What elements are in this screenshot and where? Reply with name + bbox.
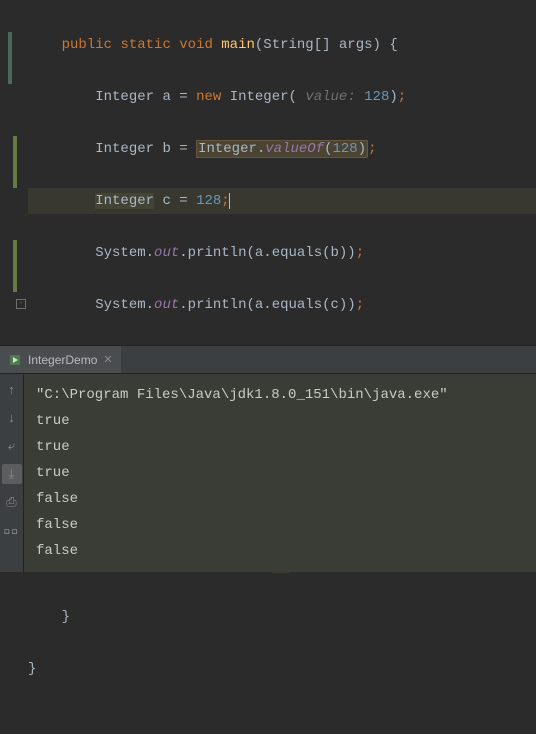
change-marker <box>13 240 17 292</box>
down-arrow-icon[interactable]: ↓ <box>2 408 22 428</box>
change-marker <box>8 32 12 84</box>
type: Integer <box>95 89 154 105</box>
run-tab-bar: IntegerDemo ✕ <box>0 346 536 374</box>
print-icon[interactable]: ⎙ <box>2 492 22 512</box>
change-marker <box>13 136 17 188</box>
method-params: (String[] args) { <box>255 37 398 53</box>
scroll-to-end-icon[interactable]: ⤓ <box>2 464 22 484</box>
console-line: false <box>36 486 524 512</box>
console-line: true <box>36 460 524 486</box>
console-line: "C:\Program Files\Java\jdk1.8.0_151\bin\… <box>36 382 524 408</box>
up-arrow-icon[interactable]: ↑ <box>2 380 22 400</box>
console-output[interactable]: "C:\Program Files\Java\jdk1.8.0_151\bin\… <box>24 374 536 572</box>
param-hint: value: <box>305 89 355 105</box>
run-config-icon <box>8 353 22 367</box>
text-caret <box>229 193 230 209</box>
code-area[interactable]: public static void main(String[] args) {… <box>28 0 406 345</box>
fold-toggle-icon[interactable]: - <box>16 299 26 309</box>
console-line: true <box>36 434 524 460</box>
run-tool-window: IntegerDemo ✕ ↑ ↓ ⤶ ⤓ ⎙ �⃠ "C:\Program F… <box>0 345 536 572</box>
close-icon[interactable]: ✕ <box>103 353 112 366</box>
console-line: false <box>36 512 524 538</box>
console-line: false <box>36 538 524 564</box>
method-name: main <box>221 37 255 53</box>
highlighted-expr: Integer.valueOf(128) <box>196 140 368 158</box>
keyword-static: static <box>120 37 170 53</box>
number: 128 <box>364 89 389 105</box>
editor-pane: - public static void main(String[] args)… <box>0 0 536 345</box>
keyword-new: new <box>196 89 221 105</box>
gutter: - <box>0 0 28 345</box>
console-toolbar: ↑ ↓ ⤶ ⤓ ⎙ �⃠ <box>0 374 24 572</box>
console-line: true <box>36 408 524 434</box>
keyword-public: public <box>62 37 112 53</box>
run-tab-label: IntegerDemo <box>28 353 97 367</box>
run-config-tab[interactable]: IntegerDemo ✕ <box>0 346 121 373</box>
var: a <box>162 89 170 105</box>
clear-icon[interactable]: �⃠ <box>2 520 22 540</box>
keyword-void: void <box>179 37 213 53</box>
current-line: Integer c = 128; <box>28 188 406 214</box>
soft-wrap-icon[interactable]: ⤶ <box>2 436 22 456</box>
